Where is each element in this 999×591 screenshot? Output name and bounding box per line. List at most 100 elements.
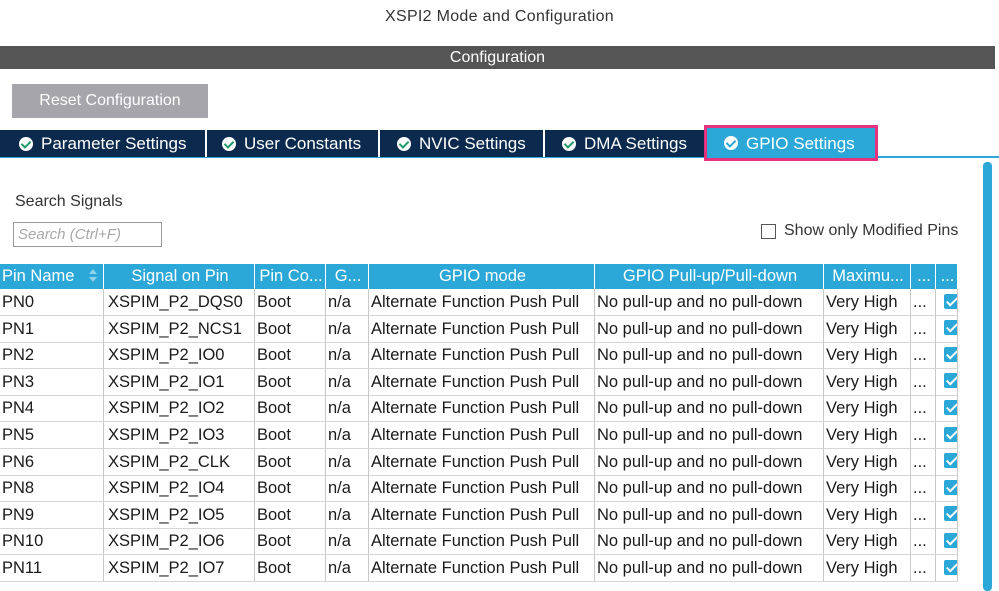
table-row[interactable]: PN10 XSPIM_P2_IO6 Boot n/a Alternate Functio… [0, 528, 980, 556]
column-header-signal[interactable]: Signal on Pin [104, 264, 255, 289]
table-row[interactable]: PN11 XSPIM_P2_IO7 Boot n/a Alternate Functio… [0, 555, 980, 582]
cell-signal: XSPIM_P2_NCS1 [104, 315, 255, 343]
cell-checkbox[interactable] [936, 395, 958, 423]
cell-more: ... [911, 528, 936, 556]
tab-gpio-settings[interactable]: GPIO Settings [704, 125, 878, 161]
cell-more: ... [911, 501, 936, 529]
cell-gpio-output: n/a [326, 555, 369, 582]
search-input[interactable] [13, 222, 162, 247]
cell-max-speed: Very High [824, 315, 911, 343]
cell-more: ... [911, 448, 936, 476]
cell-pin-context: Boot [255, 315, 326, 343]
cell-max-speed: Very High [824, 395, 911, 423]
row-checkbox-icon[interactable] [944, 479, 957, 495]
cell-pull: No pull-up and no pull-down [595, 528, 824, 556]
column-header-pull[interactable]: GPIO Pull-up/Pull-down [595, 264, 824, 289]
cell-pull: No pull-up and no pull-down [595, 501, 824, 529]
cell-checkbox[interactable] [936, 501, 958, 529]
reset-configuration-button[interactable]: Reset Configuration [12, 84, 208, 118]
cell-signal: XSPIM_P2_IO2 [104, 395, 255, 423]
cell-pull: No pull-up and no pull-down [595, 289, 824, 316]
cell-checkbox[interactable] [936, 555, 958, 582]
tab-label: Parameter Settings [41, 134, 187, 153]
cell-max-speed: Very High [824, 501, 911, 529]
cell-more: ... [911, 475, 936, 503]
table-row[interactable]: PN2 XSPIM_P2_IO0 Boot n/a Alternate Function… [0, 342, 980, 370]
cell-pin-name: PN6 [0, 448, 104, 476]
cell-more: ... [911, 289, 936, 316]
cell-max-speed: Very High [824, 422, 911, 449]
cell-pin-context: Boot [255, 422, 326, 449]
check-circle-icon [562, 136, 576, 151]
cell-more: ... [911, 555, 936, 582]
cell-gpio-output: n/a [326, 528, 369, 556]
show-modified-pins-toggle[interactable]: Show only Modified Pins [761, 222, 958, 240]
table-row[interactable]: PN1 XSPIM_P2_NCS1 Boot n/a Alternate Functio… [0, 315, 980, 343]
cell-max-speed: Very High [824, 528, 911, 556]
section-header: Configuration [0, 46, 995, 69]
row-checkbox-icon[interactable] [944, 453, 957, 469]
cell-checkbox[interactable] [936, 422, 958, 449]
column-header-more-1[interactable]: ... [911, 264, 936, 289]
cell-pull: No pull-up and no pull-down [595, 448, 824, 476]
cell-checkbox[interactable] [936, 475, 958, 503]
row-checkbox-icon[interactable] [944, 346, 957, 362]
cell-max-speed: Very High [824, 555, 911, 582]
cell-pin-context: Boot [255, 342, 326, 370]
row-checkbox-icon[interactable] [944, 559, 957, 575]
row-checkbox-icon[interactable] [944, 293, 957, 309]
cell-gpio-output: n/a [326, 368, 369, 396]
table-row[interactable]: PN3 XSPIM_P2_IO1 Boot n/a Alternate Function… [0, 368, 980, 396]
show-modified-checkbox[interactable] [761, 223, 776, 239]
vertical-scrollbar[interactable] [983, 162, 992, 591]
cell-pull: No pull-up and no pull-down [595, 422, 824, 449]
table-row[interactable]: PN9 XSPIM_P2_IO5 Boot n/a Alternate Function… [0, 501, 980, 529]
column-header-gpio-mode[interactable]: GPIO mode [369, 264, 595, 289]
cell-pull: No pull-up and no pull-down [595, 368, 824, 396]
tab-user-constants[interactable]: User Constants [207, 130, 378, 157]
row-checkbox-icon[interactable] [944, 506, 957, 522]
cell-signal: XSPIM_P2_IO0 [104, 342, 255, 370]
row-checkbox-icon[interactable] [944, 426, 957, 442]
cell-checkbox[interactable] [936, 342, 958, 370]
cell-pin-context: Boot [255, 448, 326, 476]
row-checkbox-icon[interactable] [944, 533, 957, 549]
column-header-pin-context[interactable]: Pin Co... [255, 264, 326, 289]
column-header-pin-name[interactable]: Pin Name [0, 264, 104, 289]
tab-label: GPIO Settings [746, 133, 855, 153]
cell-signal: XSPIM_P2_IO5 [104, 501, 255, 529]
column-header-max-speed[interactable]: Maximu... [824, 264, 911, 289]
row-checkbox-icon[interactable] [944, 373, 957, 389]
column-header-more-2[interactable]: ... [936, 264, 958, 289]
cell-pin-name: PN8 [0, 475, 104, 503]
cell-checkbox[interactable] [936, 368, 958, 396]
cell-pin-context: Boot [255, 555, 326, 582]
cell-checkbox[interactable] [936, 448, 958, 476]
table-row[interactable]: PN4 XSPIM_P2_IO2 Boot n/a Alternate Function… [0, 395, 980, 423]
cell-gpio-output: n/a [326, 342, 369, 370]
table-row[interactable]: PN6 XSPIM_P2_CLK Boot n/a Alternate Function… [0, 448, 980, 476]
row-checkbox-icon[interactable] [944, 400, 957, 416]
cell-checkbox[interactable] [936, 528, 958, 556]
row-checkbox-icon[interactable] [944, 320, 957, 336]
cell-gpio-mode: Alternate Function Push Pull [369, 475, 595, 503]
cell-max-speed: Very High [824, 289, 911, 316]
sort-icon[interactable] [88, 269, 97, 283]
cell-pin-name: PN2 [0, 342, 104, 370]
table-row[interactable]: PN8 XSPIM_P2_IO4 Boot n/a Alternate Function… [0, 475, 980, 503]
table-row[interactable]: PN5 XSPIM_P2_IO3 Boot n/a Alternate Function… [0, 422, 980, 449]
cell-pin-context: Boot [255, 289, 326, 316]
tab-nvic-settings[interactable]: NVIC Settings [380, 130, 543, 157]
cell-pin-name: PN1 [0, 315, 104, 343]
check-circle-icon [19, 136, 33, 151]
column-header-gpio-output[interactable]: G... [326, 264, 369, 289]
cell-pull: No pull-up and no pull-down [595, 342, 824, 370]
cell-checkbox[interactable] [936, 289, 958, 316]
cell-checkbox[interactable] [936, 315, 958, 343]
tab-parameter-settings[interactable]: Parameter Settings [0, 130, 205, 157]
cell-pin-name: PN10 [0, 528, 104, 556]
cell-pull: No pull-up and no pull-down [595, 315, 824, 343]
tab-dma-settings[interactable]: DMA Settings [545, 130, 705, 157]
table-row[interactable]: PN0 XSPIM_P2_DQS0 Boot n/a Alternate Functio… [0, 289, 980, 316]
check-circle-icon [397, 136, 411, 151]
